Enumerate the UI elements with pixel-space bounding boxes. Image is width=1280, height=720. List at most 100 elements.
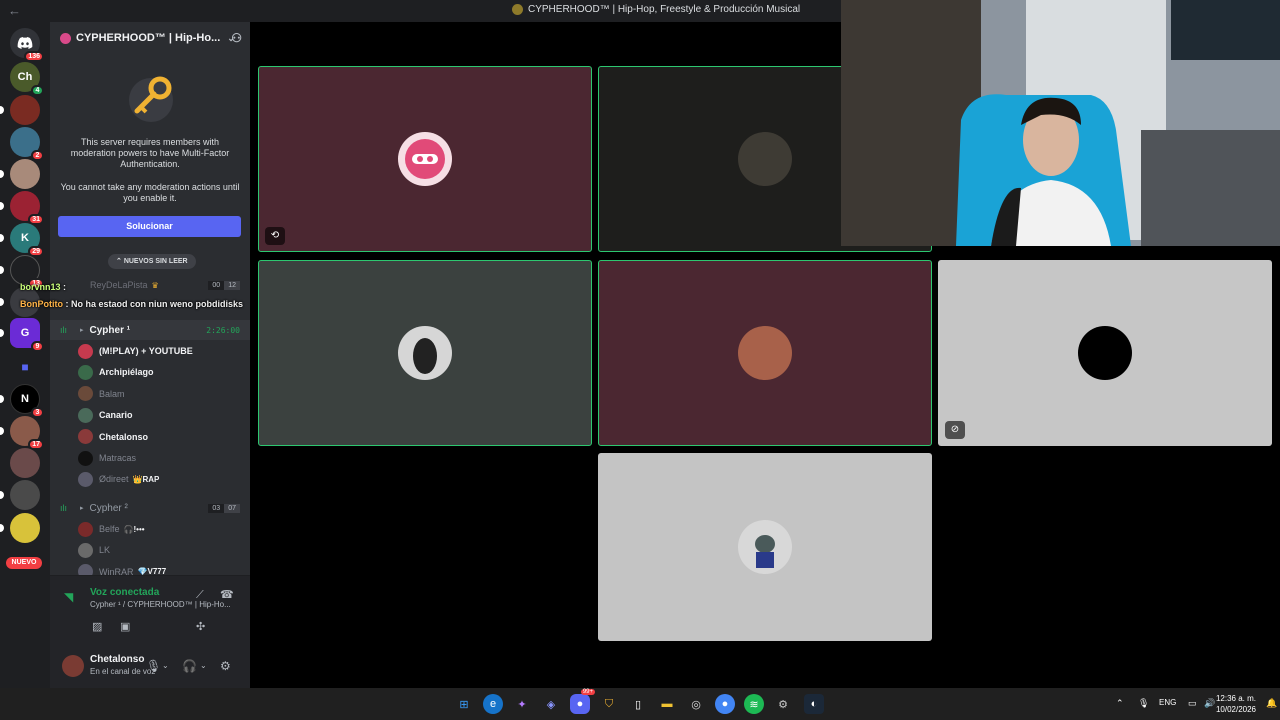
server-logo-icon [512, 4, 523, 15]
server-badge: 3 [31, 407, 44, 418]
avatar [78, 364, 93, 380]
voice-member[interactable]: Chetalonso [50, 427, 250, 447]
server-icon-11[interactable]: 17 [0, 416, 44, 450]
screen-share-icon[interactable]: ▣ [120, 620, 130, 633]
avatar[interactable] [62, 655, 84, 677]
headphones-icon[interactable]: 🎧 [182, 659, 197, 673]
member-tag: 👑RAP [132, 474, 160, 484]
server-icon-5[interactable]: 31 [0, 191, 44, 225]
server-icon-9[interactable]: G9 [0, 318, 44, 352]
avatar [738, 326, 792, 380]
spotify-icon[interactable]: ≋ [744, 694, 764, 714]
voice-member[interactable]: Canario [50, 405, 250, 425]
language-indicator[interactable]: ENG [1159, 698, 1176, 707]
obs-icon[interactable]: ◎ [686, 694, 706, 714]
channel-partial[interactable]: ReyDeLaPista ♛ 00 12 [50, 275, 250, 295]
gear-icon[interactable]: ⚙ [220, 659, 231, 673]
chevron-down-icon[interactable]: ⌄ [162, 661, 169, 670]
notification-badge: 99+ [580, 689, 595, 695]
server-icon-3[interactable]: 2 [10, 127, 44, 161]
voice-member[interactable]: LK [50, 540, 250, 560]
chrome-icon[interactable]: ● [715, 694, 735, 714]
discord-taskbar-icon[interactable]: ● 99+ [570, 689, 595, 714]
system-clock[interactable]: 12:36 a. m. 10/02/2026 [1216, 693, 1256, 715]
voice-member[interactable]: Archipiélago [50, 362, 250, 382]
back-arrow-icon[interactable]: ← [8, 3, 21, 18]
voice-status: Voz conectada [90, 587, 160, 598]
steam-icon[interactable]: ◐ [804, 694, 824, 714]
server-badge: 9 [31, 341, 44, 352]
home-button[interactable]: 136 [10, 28, 44, 62]
voice-channel-cypher-2[interactable]: ılı ▸ Cypher ² 03 07 [50, 498, 250, 518]
participant-tile[interactable] [598, 453, 932, 641]
chevron-up-icon[interactable]: ⌃ [1116, 698, 1124, 709]
edge-icon[interactable]: e [483, 694, 503, 714]
channel-sidebar: CYPHERHOOD™ | Hip-Ho... ⌄ ⚇ This server … [50, 22, 250, 688]
copilot-icon[interactable]: ✦ [512, 694, 532, 714]
windows-start-icon[interactable]: ⊞ [454, 694, 474, 714]
settings-icon[interactable]: ⚙ [773, 694, 793, 714]
avatar [78, 429, 93, 445]
chevron-down-icon[interactable]: ⌄ [200, 661, 207, 670]
participant-tile[interactable] [598, 260, 932, 446]
microphone-icon[interactable]: 🎙 [1138, 698, 1149, 709]
shield-icon[interactable]: ⛉ [599, 694, 619, 714]
stream-icon[interactable]: ⟲ [265, 227, 285, 245]
overlay-chat-line: BonPotito : No ha estaod con niun weno p… [20, 299, 243, 309]
member-name: Balam [99, 388, 125, 399]
overlay-chat-line: borvnn13 : [20, 282, 66, 292]
server-name: CYPHERHOOD™ | Hip-Ho... [76, 32, 221, 44]
voice-member[interactable]: (M!PLAY) + YOUTUBE [50, 341, 250, 361]
disconnect-icon[interactable]: ☎ [220, 588, 234, 601]
volume-icon[interactable]: 🔊 [1204, 698, 1215, 709]
file-icon[interactable]: ▯ [628, 694, 648, 714]
participant-tile[interactable] [258, 260, 592, 446]
avatar [738, 132, 792, 186]
voice-member[interactable]: Ødireet 👑RAP [50, 469, 250, 489]
member-name: Belfe [99, 524, 120, 534]
server-icon-12[interactable] [10, 448, 40, 478]
avatar [398, 326, 452, 380]
server-icon-6[interactable]: K 29 [0, 223, 44, 257]
fix-mfa-button[interactable]: Solucionar [58, 216, 241, 237]
server-icon-14[interactable] [0, 513, 40, 543]
avatar [78, 542, 93, 558]
microphone-icon[interactable]: 🎙 [146, 659, 161, 673]
member-name: Archipiélago [99, 367, 154, 378]
monitor-icon[interactable]: ▭ [1188, 698, 1197, 709]
voice-channel-path[interactable]: Cypher ¹ / CYPHERHOOD™ | Hip-Ho... [90, 600, 231, 609]
voice-member[interactable]: Matracas [50, 448, 250, 468]
server-icon-13[interactable] [0, 480, 40, 510]
app-icon[interactable]: ◈ [541, 694, 561, 714]
notification-bell-icon[interactable]: 🔔 [1266, 698, 1277, 709]
server-icon-2[interactable] [0, 95, 40, 125]
invite-people-icon[interactable]: ⚇ [231, 31, 242, 45]
participant-tile[interactable]: ⟲ [258, 66, 592, 252]
voice-channel-cypher-1[interactable]: ılı ▸ Cypher ¹ 2:26:00 [50, 320, 250, 340]
chat-user: BonPotito [20, 299, 63, 309]
avatar [78, 471, 93, 487]
new-unread-banner[interactable]: ⌃ NUEVOS SIN LEER [108, 254, 196, 269]
window-title-text: CYPHERHOOD™ | Hip-Hop, Freestyle & Produ… [528, 4, 801, 15]
key-icon [129, 76, 173, 122]
avatar [78, 386, 93, 402]
channel-counts: 03 07 [208, 503, 240, 513]
caret-right-icon: ▸ [80, 505, 84, 512]
server-header[interactable]: CYPHERHOOD™ | Hip-Ho... ⌄ ⚇ [50, 22, 250, 54]
voice-member[interactable]: Balam [50, 384, 250, 404]
participant-tile[interactable]: ⊘ [938, 260, 1272, 446]
folder-icon[interactable]: ■ [10, 352, 40, 382]
server-icon-1[interactable]: Ch 4 [10, 62, 44, 96]
mfa-warning-text: This server requires members with modera… [70, 137, 230, 169]
new-unread-pill[interactable]: NUEVO [6, 557, 42, 569]
member-name: Canario [99, 410, 133, 421]
voice-member[interactable]: Belfe 🎧!••• [50, 519, 250, 539]
noise-suppression-icon[interactable]: ⟋ [196, 589, 204, 602]
activities-icon[interactable]: ✣ [196, 620, 205, 633]
server-icon-4[interactable] [0, 159, 40, 189]
camera-off-icon[interactable]: ▨ [92, 620, 102, 633]
server-icon-10[interactable]: N3 [0, 384, 44, 418]
camera-off-icon[interactable]: ⊘ [945, 421, 965, 439]
server-icon-7[interactable]: 13 [0, 255, 44, 289]
folder-icon[interactable]: ▬ [657, 694, 677, 714]
